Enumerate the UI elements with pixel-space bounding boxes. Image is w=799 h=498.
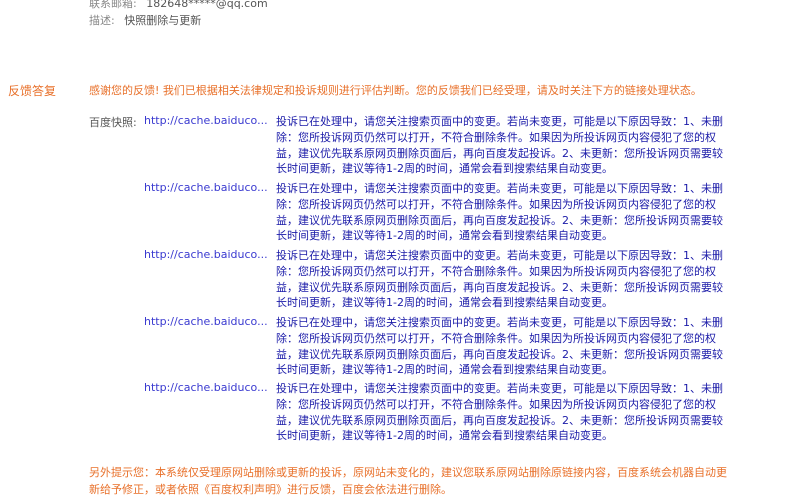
description-label: 描述:	[89, 14, 115, 27]
snapshot-link[interactable]: http://cache.baiduco...	[144, 315, 268, 328]
additional-note: 另外提示您：本系统仅受理原网站删除或更新的投诉，原网站未变化的，建议您联系原网站…	[89, 466, 727, 496]
snapshot-label: 百度快照:	[89, 116, 137, 129]
contact-email-value: 182648*****@qq.com	[146, 0, 268, 10]
contact-email-row: 联系邮箱: 182648*****@qq.com	[89, 0, 268, 11]
snapshot-link[interactable]: http://cache.baiduco...	[144, 114, 268, 127]
snapshot-status-text: 投诉已在处理中，请您关注搜索页面中的变更。若尚未变更，可能是以下原因导致：1、未…	[276, 249, 723, 310]
snapshot-status-text: 投诉已在处理中，请您关注搜索页面中的变更。若尚未变更，可能是以下原因导致：1、未…	[276, 182, 723, 243]
feedback-title: 反馈答复	[8, 84, 57, 98]
snapshot-status-text: 投诉已在处理中，请您关注搜索页面中的变更。若尚未变更，可能是以下原因导致：1、未…	[276, 382, 723, 443]
snapshot-status-text: 投诉已在处理中，请您关注搜索页面中的变更。若尚未变更，可能是以下原因导致：1、未…	[276, 316, 723, 377]
description-value: 快照删除与更新	[124, 14, 202, 27]
snapshot-link[interactable]: http://cache.baiduco...	[144, 181, 268, 194]
snapshot-link[interactable]: http://cache.baiduco...	[144, 381, 268, 394]
description-row: 描述: 快照删除与更新	[89, 12, 201, 28]
snapshot-link[interactable]: http://cache.baiduco...	[144, 248, 268, 261]
feedback-message: 感谢您的反馈! 我们已根据相关法律规定和投诉规则进行评估判断。您的反馈我们已经受…	[89, 84, 702, 97]
contact-email-label: 联系邮箱:	[89, 0, 137, 10]
snapshot-status-text: 投诉已在处理中，请您关注搜索页面中的变更。若尚未变更，可能是以下原因导致：1、未…	[276, 115, 723, 176]
